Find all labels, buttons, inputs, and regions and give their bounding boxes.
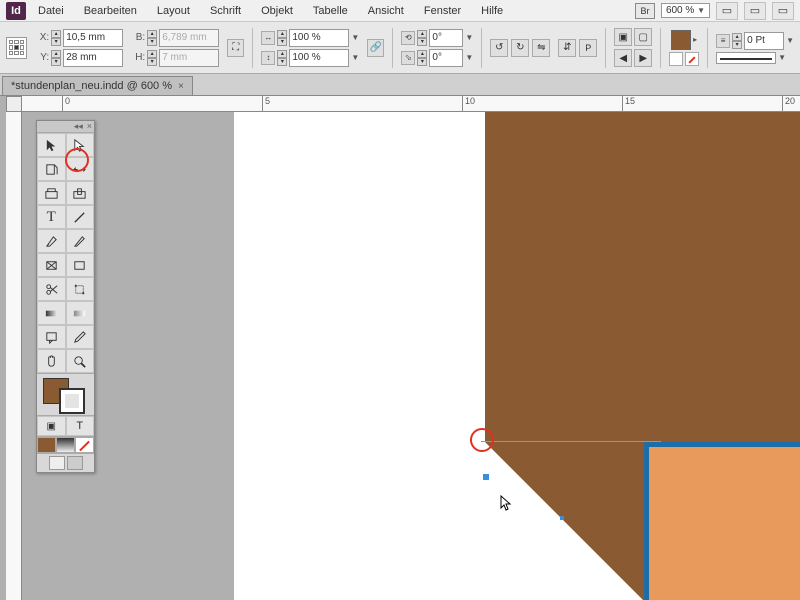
menu-fenster[interactable]: Fenster (416, 2, 469, 20)
shear-input[interactable]: 0° (429, 49, 463, 67)
gradient-feather-tool[interactable] (66, 301, 95, 325)
line-tool[interactable] (66, 205, 95, 229)
select-prev-icon[interactable]: ◀ (614, 49, 632, 67)
type-tool[interactable]: T (37, 205, 66, 229)
menu-ansicht[interactable]: Ansicht (360, 2, 412, 20)
rectangle-tool[interactable] (66, 253, 95, 277)
rotate-icon: ⟲ (401, 31, 415, 45)
eyedropper-tool[interactable] (66, 325, 95, 349)
view-options-icon[interactable]: ▭ (716, 2, 738, 20)
shear-icon: ⬂ (401, 51, 415, 65)
content-collector-tool[interactable] (37, 181, 66, 205)
control-bar: X:▴▾10,5 mm Y:▴▾28 mm B:▴▾6,789 mm H:▴▾7… (0, 22, 800, 74)
h-label: H: (131, 52, 145, 63)
cursor-icon (500, 495, 514, 514)
y-input[interactable]: 28 mm (63, 49, 123, 67)
tools-panel[interactable]: ◂◂× T ▣ T (36, 120, 95, 473)
view-mode-row (37, 453, 94, 472)
menu-objekt[interactable]: Objekt (253, 2, 301, 20)
canvas[interactable] (22, 112, 800, 600)
rotate-cw-icon[interactable]: ↻ (511, 39, 529, 57)
note-tool[interactable] (37, 325, 66, 349)
menu-layout[interactable]: Layout (149, 2, 198, 20)
formatting-text-icon[interactable]: T (66, 416, 95, 436)
apply-color-icon[interactable] (37, 437, 56, 453)
zoom-level-top[interactable]: 600 % ▼ (661, 3, 710, 18)
flip-v-icon[interactable]: ⇵ (558, 39, 576, 57)
highlight-circle-tool (65, 148, 89, 172)
screen-mode-icon[interactable]: ▭ (744, 2, 766, 20)
constrain-wh-icon[interactable]: ⛶ (227, 39, 244, 57)
y-label: Y: (35, 52, 49, 63)
menu-bearbeiten[interactable]: Bearbeiten (76, 2, 145, 20)
menu-datei[interactable]: Datei (30, 2, 72, 20)
gradient-swatch-tool[interactable] (37, 301, 66, 325)
height-input[interactable]: 7 mm (159, 49, 219, 67)
rotate-ccw-icon[interactable]: ↺ (490, 39, 508, 57)
stroke-weight-icon: ≡ (716, 34, 730, 48)
w-label: B: (131, 32, 145, 43)
menu-schrift[interactable]: Schrift (202, 2, 249, 20)
vertical-ruler[interactable] (6, 112, 22, 600)
scale-y-icon: ↕ (261, 51, 275, 65)
anchor-point-2[interactable] (560, 516, 564, 520)
scale-y-input[interactable]: 100 % (289, 49, 349, 67)
horizontal-ruler[interactable]: 0 5 10 15 20 (22, 96, 800, 112)
color-apply-row (37, 436, 94, 453)
scale-x-input[interactable]: 100 % (289, 29, 349, 47)
x-label: X: (35, 32, 49, 43)
reference-point[interactable] (6, 37, 27, 59)
hand-tool[interactable] (37, 349, 66, 373)
highlight-circle-canvas (470, 428, 494, 452)
rotate-input[interactable]: 0° (429, 29, 463, 47)
document-tab[interactable]: *stundenplan_neu.indd @ 600 % × (2, 76, 193, 95)
document-tab-title: *stundenplan_neu.indd @ 600 % (11, 80, 172, 92)
width-input[interactable]: 6,789 mm (159, 29, 219, 47)
app-icon: Id (6, 2, 26, 20)
pen-tool[interactable] (37, 229, 66, 253)
menu-tabelle[interactable]: Tabelle (305, 2, 356, 20)
selection-edge (481, 441, 661, 442)
content-placer-tool[interactable] (66, 181, 95, 205)
rectangle-frame-tool[interactable] (37, 253, 66, 277)
scale-x-icon: ↔ (261, 31, 275, 45)
select-next-icon[interactable]: ▶ (634, 49, 652, 67)
arrange-icon[interactable]: ▭ (772, 2, 794, 20)
bridge-icon[interactable]: Br (635, 3, 655, 19)
p-indicator-icon: P (579, 39, 597, 57)
preview-view-icon[interactable] (67, 456, 83, 470)
normal-view-icon[interactable] (49, 456, 65, 470)
select-content-icon[interactable]: ▢ (634, 28, 652, 46)
close-icon[interactable]: × (178, 81, 184, 92)
select-container-icon[interactable]: ▣ (614, 28, 632, 46)
pencil-tool[interactable] (66, 229, 95, 253)
stroke-weight-input[interactable]: 0 Pt (744, 32, 784, 50)
fill-stroke-proxy[interactable] (37, 373, 94, 415)
orange-frame-1[interactable] (644, 442, 800, 600)
free-transform-tool[interactable] (66, 277, 95, 301)
apply-none-color-icon[interactable] (75, 437, 94, 453)
formatting-container-icon[interactable]: ▣ (37, 416, 66, 436)
ruler-origin[interactable] (6, 96, 22, 112)
page-tool[interactable] (37, 157, 66, 181)
constrain-scale-icon[interactable]: 🔗 (367, 39, 384, 57)
fill-swatch[interactable] (671, 30, 691, 50)
tools-panel-header[interactable]: ◂◂× (37, 121, 94, 133)
apply-none-icon[interactable] (685, 52, 699, 66)
stroke-color-swatch[interactable] (59, 388, 85, 414)
stroke-style[interactable] (716, 52, 776, 64)
zoom-tool[interactable] (66, 349, 95, 373)
x-input[interactable]: 10,5 mm (63, 29, 123, 47)
document-tab-bar: *stundenplan_neu.indd @ 600 % × (0, 74, 800, 96)
anchor-point[interactable] (483, 474, 489, 480)
selection-tool[interactable] (37, 133, 66, 157)
flip-h-icon[interactable]: ⇋ (532, 39, 550, 57)
menu-hilfe[interactable]: Hilfe (473, 2, 511, 20)
apply-fill-icon[interactable] (669, 52, 683, 66)
menu-bar: Id Datei Bearbeiten Layout Schrift Objek… (0, 0, 800, 22)
apply-gradient-icon[interactable] (56, 437, 75, 453)
scissors-tool[interactable] (37, 277, 66, 301)
